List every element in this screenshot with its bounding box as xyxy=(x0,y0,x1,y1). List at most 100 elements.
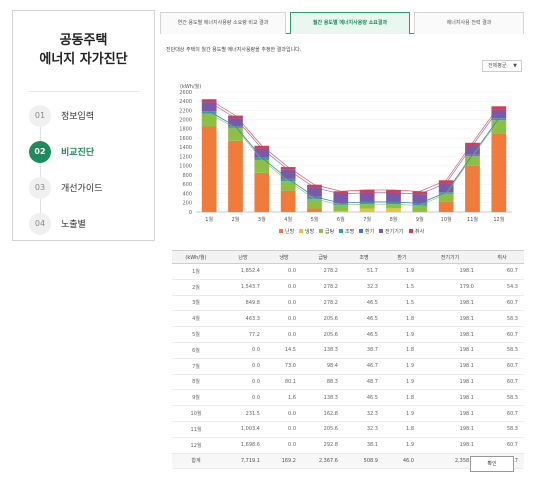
value-cell: 48.7 xyxy=(344,374,384,391)
table-header-cell: 난방 xyxy=(220,250,266,264)
value-cell: 138.3 xyxy=(302,342,344,359)
value-cell: 0.0 xyxy=(266,421,302,438)
month-cell: 합계 xyxy=(172,453,220,470)
value-cell: 198.1 xyxy=(420,437,480,454)
x-tick-label: 8월 xyxy=(390,216,398,223)
step-compare-diagnosis[interactable]: 02 비교진단 xyxy=(29,141,149,165)
value-cell: 58.3 xyxy=(480,310,524,328)
average-select[interactable]: 전체평균 ▼ xyxy=(482,60,522,72)
value-cell: 205.6 xyxy=(302,326,344,343)
value-cell: 1.9 xyxy=(384,263,420,280)
value-cell: 1,003.4 xyxy=(220,421,266,438)
table-header-cell: 냉방 xyxy=(266,250,302,264)
value-cell: 46.5 xyxy=(344,326,384,343)
x-tick-label: 2월 xyxy=(232,216,240,223)
value-cell: 231.5 xyxy=(220,405,266,422)
legend-label: 환기 xyxy=(365,228,374,235)
value-cell: 46.0 xyxy=(384,453,420,470)
value-cell: 60.7 xyxy=(480,263,524,280)
y-tick-label: 1200 xyxy=(179,154,192,160)
value-cell: 508.9 xyxy=(344,453,384,470)
y-tick-label: 2200 xyxy=(179,108,192,114)
y-tick-label: 2000 xyxy=(179,117,192,123)
tab-annual-comparison[interactable]: 연간 용도별 에너지사용량 소요량 비교 결과 xyxy=(160,12,286,34)
value-cell: 1.5 xyxy=(384,279,420,296)
value-cell: 60.7 xyxy=(480,374,524,391)
value-cell: 1.6 xyxy=(266,389,302,407)
month-cell: 2월 xyxy=(172,279,220,296)
value-cell: 73.0 xyxy=(266,358,302,375)
value-cell: 60.7 xyxy=(480,326,524,343)
y-tick-label: 200 xyxy=(182,201,192,207)
value-cell: 98.4 xyxy=(302,358,344,375)
value-cell: 1,543.7 xyxy=(220,279,266,296)
value-cell: 0.0 xyxy=(266,310,302,328)
x-tick-label: 4월 xyxy=(284,216,292,223)
value-cell: 46.5 xyxy=(344,389,384,407)
value-cell: 80.1 xyxy=(266,374,302,391)
value-cell: 0.0 xyxy=(266,295,302,312)
table-row: 2월 1,543.7 0.0 278.2 32.3 1.5 179.0 54.3 xyxy=(172,279,524,296)
table-header-cell: (kWh/월) xyxy=(172,250,220,264)
legend-swatch xyxy=(339,229,343,233)
table-header-cell: 취사 xyxy=(480,250,524,264)
value-cell: 32.3 xyxy=(344,421,384,438)
table-row: 7월 0.0 73.0 98.4 46.7 1.9 198.1 60.7 xyxy=(172,358,524,375)
step-number: 03 xyxy=(29,177,51,199)
tab-monthly-usage[interactable]: 월간 용도별 에너지사용량 소요결과 xyxy=(290,12,410,34)
y-tick-label: 1000 xyxy=(179,164,192,170)
value-cell: 58.3 xyxy=(480,421,524,438)
value-cell: 32.3 xyxy=(344,279,384,296)
table-body: 1월 1,852.4 0.0 278.2 51.7 1.9 198.1 60.7 2월 1,543… xyxy=(172,263,524,470)
step-improvement-guide[interactable]: 03 개선가이드 xyxy=(29,177,149,201)
step-label: 개선가이드 xyxy=(61,184,103,194)
bar-segment xyxy=(386,204,401,209)
y-tick-label: 1400 xyxy=(179,145,192,151)
legend-swatch xyxy=(279,229,283,233)
month-cell: 1월 xyxy=(172,263,220,280)
value-cell: 46.7 xyxy=(344,358,384,375)
monthly-usage-table: (kWh/월) 난방 냉방 급탕 조명 환기 전기기기 취사 1월 1,852.4 0.0 278.… xyxy=(172,250,524,470)
value-cell: 198.1 xyxy=(420,389,480,407)
series-trend-line xyxy=(208,110,500,204)
bar-segment xyxy=(465,156,480,166)
sidebar-title: 공동주택 에너지 자가진단 xyxy=(13,31,154,69)
legend-label: 조명 xyxy=(345,228,354,235)
table-row: 9월 0.0 1.6 138.3 46.5 1.8 198.1 58.3 xyxy=(172,389,524,407)
monthly-usage-chart: (kWh/월) 02004006008001000120014001600180… xyxy=(179,83,512,235)
step-number: 01 xyxy=(29,105,51,127)
y-tick-label: 800 xyxy=(182,173,192,179)
value-cell: 7,719.1 xyxy=(220,453,266,470)
chart-bars xyxy=(201,99,507,212)
value-cell: 0.0 xyxy=(220,342,266,359)
value-cell: 0.0 xyxy=(266,279,302,296)
value-cell: 1,698.6 xyxy=(220,437,266,454)
bar-segment xyxy=(438,201,454,212)
bar-segment xyxy=(386,192,401,202)
table-row: 3월 849.8 0.0 278.2 46.5 1.5 198.1 60.7 xyxy=(172,295,524,312)
legend-swatch xyxy=(359,229,363,233)
legend-label: 전기기기 xyxy=(385,228,403,235)
month-cell: 7월 xyxy=(172,358,220,375)
table-row: 8월 0.0 80.1 88.3 48.7 1.9 198.1 60.7 xyxy=(172,374,524,391)
value-cell: 1.8 xyxy=(384,310,420,328)
step-exposure[interactable]: 04 노출별 xyxy=(29,213,149,237)
chart-lines xyxy=(208,98,500,206)
value-cell: 0.0 xyxy=(266,437,302,454)
y-tick-label: 400 xyxy=(182,191,192,197)
x-tick-label: 5월 xyxy=(311,216,319,223)
series-trend-line xyxy=(209,113,500,206)
value-cell: 38.7 xyxy=(344,342,384,359)
value-cell: 278.2 xyxy=(302,295,344,312)
step-info-input[interactable]: 01 정보입력 xyxy=(29,105,149,129)
value-cell: 1.9 xyxy=(384,405,420,422)
value-cell: 205.6 xyxy=(302,421,344,438)
confirm-button[interactable]: 확인 xyxy=(470,456,514,472)
bar-segment xyxy=(491,133,507,212)
tab-power-result[interactable]: 에너지사용 전력 결과 xyxy=(414,12,524,34)
table-row: 6월 0.0 14.5 138.3 38.7 1.8 198.1 58.3 xyxy=(172,342,524,359)
select-value: 전체평균 xyxy=(488,63,507,69)
value-cell: 1.9 xyxy=(384,374,420,391)
y-axis-ticks: 0 200 400 600 800 1000 1200 1400 1600 1800 2000 220… xyxy=(179,90,192,216)
value-cell: 0.0 xyxy=(266,326,302,343)
